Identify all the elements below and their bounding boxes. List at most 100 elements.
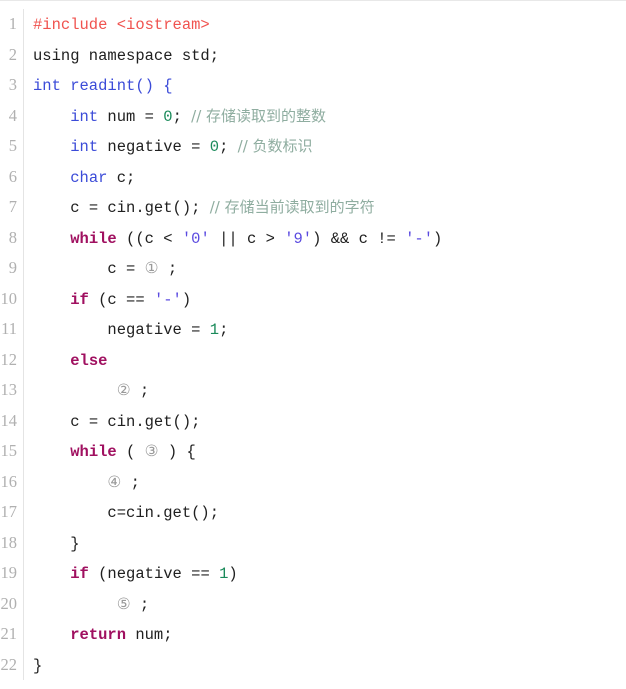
code-line[interactable]: 6 char c; bbox=[0, 161, 626, 194]
code-line[interactable]: 14 c = cin.get(); bbox=[0, 405, 626, 438]
code-line-text[interactable]: int num = 0; // 存储读取到的整数 bbox=[24, 101, 626, 133]
code-line-text[interactable]: char c; bbox=[24, 163, 626, 194]
code-token-plain: num = bbox=[98, 107, 164, 126]
code-token-plain: ; bbox=[158, 260, 178, 278]
code-token-chr: '0' bbox=[181, 229, 210, 248]
code-line-text[interactable]: int readint() { bbox=[24, 71, 626, 102]
code-line[interactable]: 12 else bbox=[0, 344, 626, 377]
code-line-text[interactable]: c = cin.get(); bbox=[24, 407, 626, 438]
code-line-text[interactable]: ② ; bbox=[24, 376, 626, 407]
code-token-num: 1 bbox=[209, 321, 220, 339]
code-line[interactable]: 8 while ((c < '0' || c > '9') && c != '-… bbox=[0, 222, 626, 255]
line-number: 4 bbox=[0, 100, 24, 131]
code-token-type: int bbox=[70, 107, 99, 126]
code-line[interactable]: 13 ② ; bbox=[0, 375, 626, 406]
code-line-text[interactable]: } bbox=[24, 529, 626, 560]
line-number: 6 bbox=[0, 161, 24, 192]
code-token-plain: (negative == bbox=[88, 565, 220, 583]
code-line-text[interactable]: ⑤ ; bbox=[24, 590, 626, 621]
code-editor[interactable]: 1 #include <iostream> 2 using namespace std… bbox=[0, 0, 626, 689]
code-line[interactable]: 22} bbox=[0, 649, 626, 682]
code-line-text[interactable]: while ( ③ ) { bbox=[24, 437, 626, 468]
code-token-cmt: // 负数标识 bbox=[237, 137, 313, 155]
code-line[interactable]: 11 negative = 1; bbox=[0, 314, 626, 345]
code-line-text[interactable]: while ((c < '0' || c > '9') && c != '-') bbox=[24, 224, 626, 255]
code-token-plain: ) bbox=[228, 565, 238, 583]
code-line[interactable]: 1 #include <iostream> bbox=[0, 9, 626, 40]
code-token-num: 1 bbox=[219, 565, 229, 583]
code-token-plain: negative = bbox=[107, 321, 210, 339]
code-line-text[interactable]: #include <iostream> bbox=[24, 10, 626, 41]
code-token-chr: '-' bbox=[153, 290, 182, 309]
code-line-text[interactable]: if (c == '-') bbox=[24, 285, 626, 316]
code-token-chr: '-' bbox=[405, 229, 434, 248]
code-line-text[interactable]: negative = 1; bbox=[24, 315, 626, 346]
code-line[interactable]: 9 c = ① ; bbox=[0, 253, 626, 284]
line-number: 10 bbox=[0, 283, 24, 314]
line-number: 18 bbox=[0, 527, 24, 558]
code-line[interactable]: 20 ⑤ ; bbox=[0, 588, 626, 621]
blank-marker: ① bbox=[144, 260, 159, 278]
code-line[interactable]: 17 c=cin.get(); bbox=[0, 497, 626, 528]
code-token-type: char bbox=[70, 168, 108, 187]
code-line-text[interactable]: if (negative == 1) bbox=[24, 559, 626, 590]
code-token-plain: ; bbox=[121, 473, 140, 492]
code-token-num: 0 bbox=[163, 107, 173, 126]
blank-marker: ③ bbox=[144, 443, 159, 461]
code-line[interactable]: 18 } bbox=[0, 527, 626, 560]
code-line[interactable]: 19 if (negative == 1) bbox=[0, 558, 626, 589]
code-token-num: 0 bbox=[209, 138, 220, 156]
code-line[interactable]: 7 c = cin.get(); // 存储当前读取到的字符 bbox=[0, 192, 626, 223]
code-line-text[interactable]: int negative = 0; // 负数标识 bbox=[24, 131, 626, 163]
code-line[interactable]: 2 using namespace std; bbox=[0, 39, 626, 72]
code-token-pre: #include <iostream> bbox=[33, 16, 210, 34]
line-number: 11 bbox=[0, 314, 24, 345]
code-line[interactable]: 21 return num; bbox=[0, 619, 626, 650]
line-number: 9 bbox=[0, 253, 24, 284]
code-token-plain: negative = bbox=[98, 138, 210, 156]
code-token-kw: else bbox=[70, 351, 108, 370]
code-line-text[interactable]: return num; bbox=[24, 620, 626, 651]
line-number: 15 bbox=[0, 436, 24, 467]
code-line-text[interactable]: using namespace std; bbox=[24, 41, 626, 72]
code-line-text[interactable]: else bbox=[24, 346, 626, 377]
code-token-plain: using namespace std; bbox=[33, 46, 220, 65]
code-token-plain: (c == bbox=[88, 290, 154, 309]
code-line[interactable]: 4 int num = 0; // 存储读取到的整数 bbox=[0, 100, 626, 133]
code-token-plain: ( bbox=[116, 443, 145, 461]
code-line-text[interactable]: c = ① ; bbox=[24, 254, 626, 285]
code-token-type: int bbox=[70, 138, 99, 156]
code-token-kw: return bbox=[70, 626, 127, 644]
code-line-text[interactable]: ④ ; bbox=[24, 468, 626, 499]
code-token-plain: ; bbox=[130, 382, 150, 400]
code-line[interactable]: 16 ④ ; bbox=[0, 466, 626, 499]
code-token-plain: ; bbox=[219, 321, 229, 339]
code-line-text[interactable]: c = cin.get(); // 存储当前读取到的字符 bbox=[24, 192, 626, 224]
code-line[interactable]: 10 if (c == '-') bbox=[0, 283, 626, 316]
code-token-plain: ((c < bbox=[116, 229, 182, 248]
code-lines-container[interactable]: 1 #include <iostream> 2 using namespace std… bbox=[0, 1, 626, 680]
code-line-text[interactable]: c=cin.get(); bbox=[24, 498, 626, 529]
code-token-type: int readint() { bbox=[33, 77, 173, 95]
code-line[interactable]: 15 while ( ③ ) { bbox=[0, 436, 626, 467]
code-line-text[interactable]: } bbox=[24, 651, 626, 682]
code-token-kw: while bbox=[70, 229, 117, 248]
code-line[interactable]: 3 int readint() { bbox=[0, 70, 626, 101]
code-line[interactable]: 5 int negative = 0; // 负数标识 bbox=[0, 131, 626, 162]
code-token-cmt: // 存储当前读取到的字符 bbox=[209, 198, 375, 216]
blank-marker: ⑤ bbox=[116, 595, 131, 614]
code-token-plain: c = bbox=[107, 260, 145, 278]
line-number: 14 bbox=[0, 405, 24, 436]
line-number: 19 bbox=[0, 558, 24, 589]
